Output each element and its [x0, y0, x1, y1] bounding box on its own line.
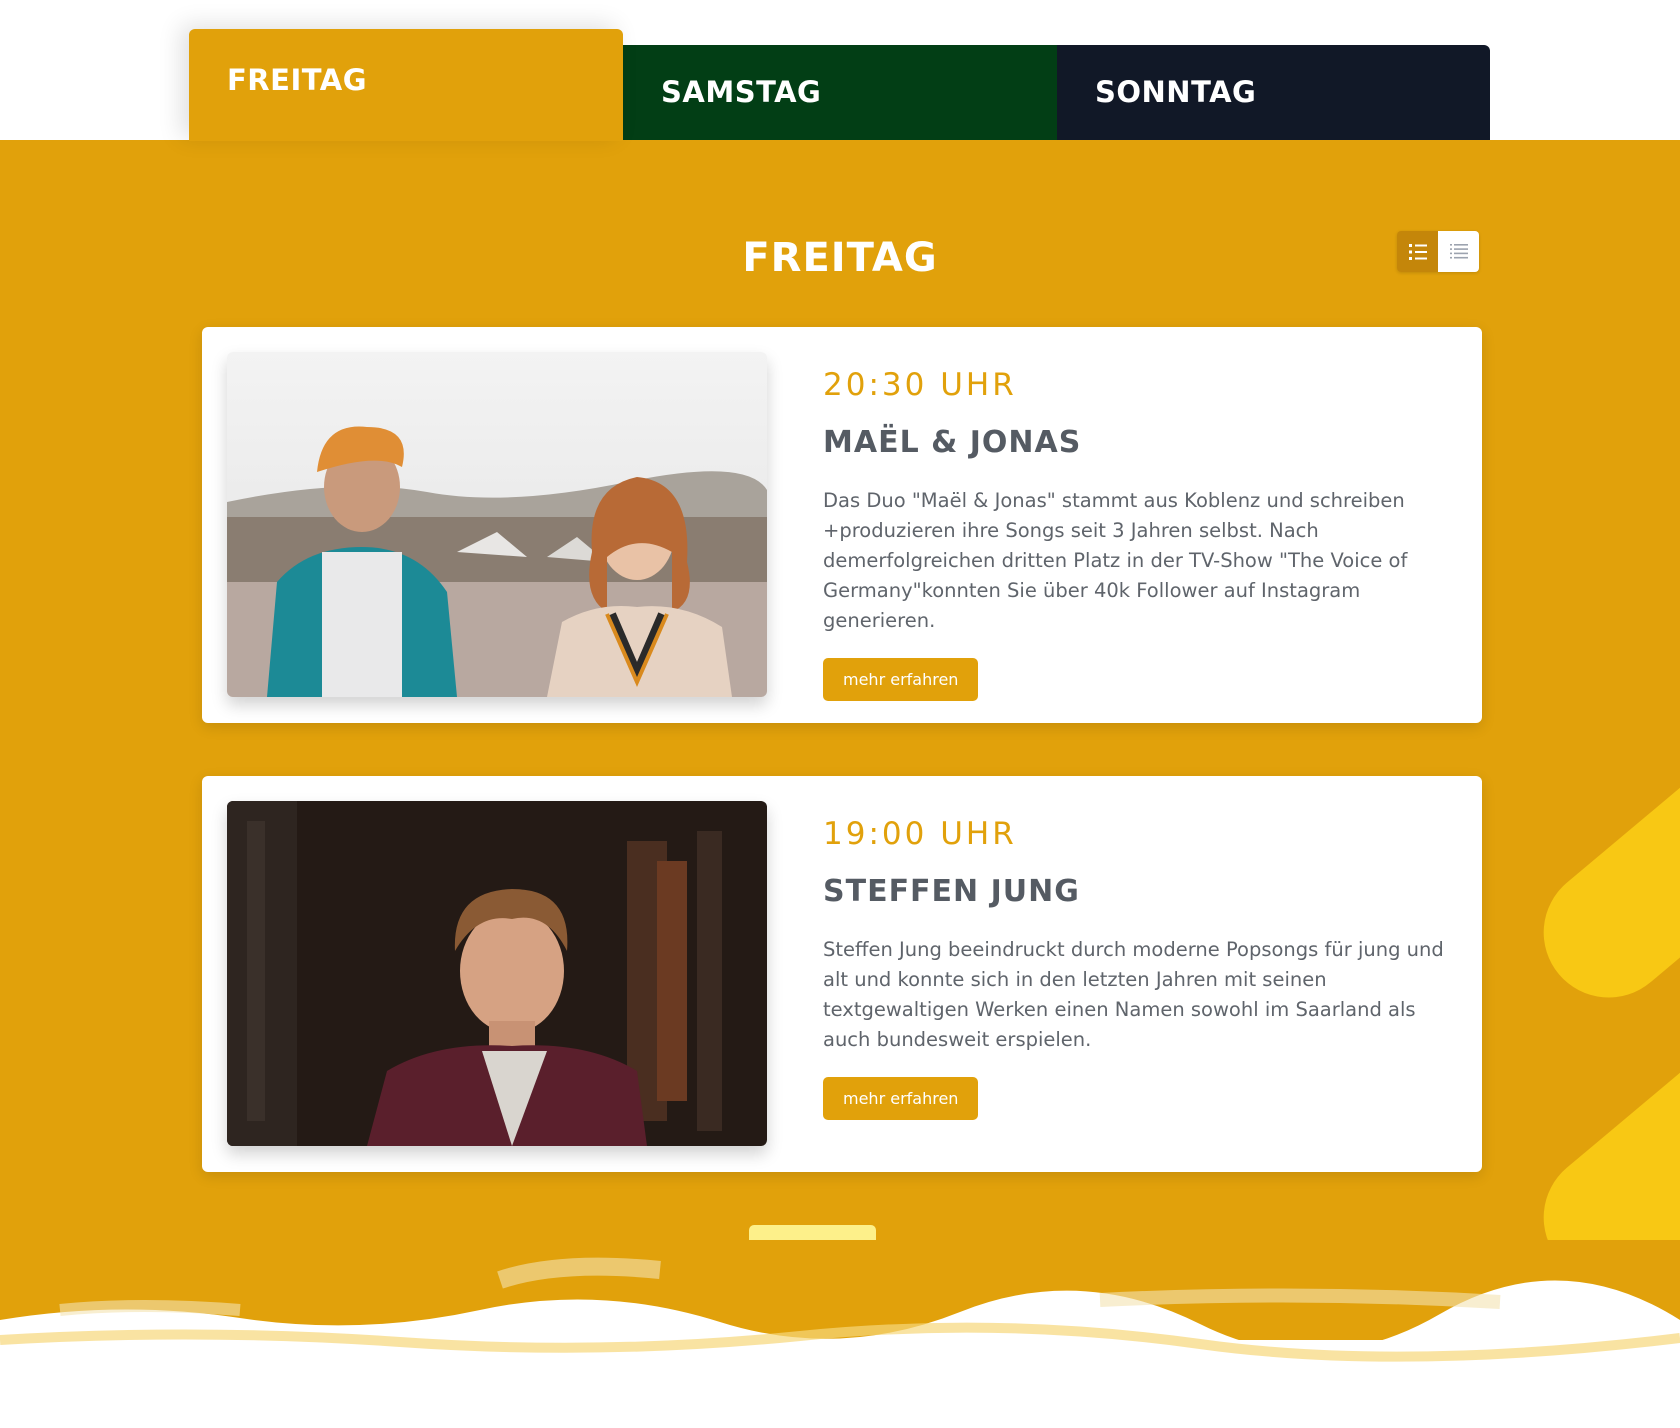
list-detail-view-button[interactable]: [1397, 231, 1438, 272]
event-time: 19:00 Uhr: [823, 816, 1017, 852]
event-card: 19:00 Uhr Steffen Jung Steffen Jung beei…: [202, 776, 1482, 1172]
more-info-button[interactable]: mehr erfahren: [823, 1077, 979, 1120]
tab-freitag[interactable]: Freitag: [189, 29, 623, 141]
list-compact-view-button[interactable]: [1438, 231, 1479, 272]
list-compact-icon: [1449, 243, 1468, 258]
event-description: Steffen Jung beeindruckt durch moderne P…: [823, 938, 1444, 1051]
decorative-stripe: [1517, 435, 1680, 1025]
event-card: 20:30 Uhr Maël & Jonas Das Duo "Maël & J…: [202, 327, 1482, 723]
more-info-button[interactable]: mehr erfahren: [823, 658, 979, 701]
event-artist: Steffen Jung: [823, 874, 1080, 909]
artist-photo: [227, 801, 767, 1146]
tab-sonntag[interactable]: Sonntag: [1057, 45, 1490, 141]
tab-samstag[interactable]: Samstag: [623, 45, 1057, 141]
event-description: Das Duo "Maël & Jonas" stammt aus Koblen…: [823, 489, 1408, 632]
program-section: Freitag: [0, 140, 1680, 1340]
event-artist: Maël & Jonas: [823, 425, 1082, 460]
view-toggle: [1397, 231, 1479, 272]
artist-photo: [227, 352, 767, 697]
list-detail-icon: [1408, 243, 1427, 260]
event-time: 20:30 Uhr: [823, 367, 1017, 403]
brush-stroke-divider: [0, 1240, 1680, 1428]
day-tabs: Freitag Samstag Sonntag: [0, 0, 1680, 141]
